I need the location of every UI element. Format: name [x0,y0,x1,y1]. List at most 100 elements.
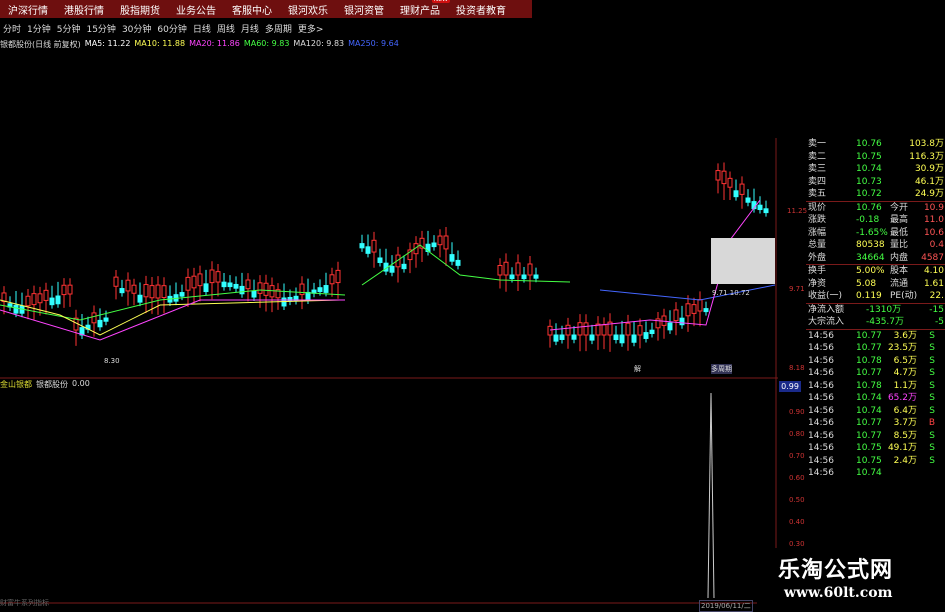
trade-volume: 65.2万 [887,393,917,403]
trade-volume: 1.1万 [893,380,917,391]
stat-row: 总量 80538 量比 0.4 [806,239,945,252]
candle-body [149,285,155,299]
candle-body [323,285,329,293]
candle-body [565,324,571,336]
trade-time: 14:56 [808,430,834,441]
candle-body [455,259,461,266]
candle-body [113,276,119,287]
candle-body [143,284,149,298]
stat-value-2: 10.6 [923,227,944,238]
stat-label-2: 量比 [890,240,909,250]
flow-value: -435.7万 [866,317,905,327]
quote-panel: 卖一 10.76 103.8万 卖二 10.75 116.3万 卖三 10.74 30.9万 卖四… [806,138,945,548]
flow-row: 大宗流入 -435.7万 -5 [806,316,945,329]
candle-body [359,243,365,249]
sub-chart-name: 金山银都 [0,380,32,389]
candle-body [649,329,655,335]
ask-price: 10.73 [856,176,882,187]
candle-body [119,288,125,294]
trade-volume: 3.7万 [893,418,917,428]
trade-time: 14:56 [808,330,834,341]
ask-label: 卖五 [808,189,827,199]
trade-price: 10.78 [856,355,882,366]
flow-value: -1310万 [866,304,902,315]
candle-body [305,291,311,301]
candle-body [589,334,595,341]
stat-label: 总量 [808,240,827,250]
trade-volume: 8.5万 [893,430,917,441]
sub-chart-stock: 银都股份 [36,380,68,389]
candle-body [521,274,527,280]
ask-volume: 103.8万 [909,139,944,149]
candle-body [161,285,167,299]
trade-volume: 49.1万 [887,443,917,453]
candle-body [533,274,539,279]
flow-label: 大宗流入 [808,317,845,327]
sub-axis-label: 0.50 [789,496,805,504]
candle-body [727,177,733,188]
sub-chart-box: 0.99 [779,381,801,392]
trade-price: 10.74 [856,468,882,478]
trade-row: 14:56 10.77 3.6万 S [806,330,945,343]
orderbook-row: 卖四 10.73 46.1万 [806,176,945,189]
ask-price: 10.74 [856,164,882,174]
candle-body [191,275,197,289]
trade-volume: 4.7万 [893,368,917,378]
candle-body [763,208,769,214]
kline-chart[interactable] [0,0,778,609]
ask-label: 卖三 [808,164,827,174]
candle-body [715,170,721,181]
candle-body [377,257,383,263]
watermark-title: 乐淘公式网 [778,557,894,583]
candle-body [497,265,503,276]
trade-volume: 23.5万 [887,343,917,353]
candle-body [515,262,521,276]
sub-axis-label: 0.80 [789,430,805,438]
stat-value-2: 1.61 [923,278,944,289]
trade-volume: 3.6万 [893,330,917,341]
trade-price: 10.77 [856,330,882,341]
orderbook-row: 卖二 10.75 116.3万 [806,151,945,164]
candle-body [703,308,709,313]
candle-body [233,283,239,289]
stat-value: -0.18 [856,215,880,225]
trade-row: 14:56 10.77 8.5万 S [806,430,945,443]
candle-body [317,287,323,293]
price-label-2: 9.71 [789,285,805,293]
trade-time: 14:56 [808,393,834,403]
candle-body [221,281,227,288]
candle-body [733,190,739,198]
trade-price: 10.74 [856,393,882,403]
trade-time: 14:56 [808,443,834,453]
trade-side: S [929,443,935,453]
trade-volume: 6.5万 [893,355,917,366]
price-label-3: 8.18 [789,364,805,372]
candle-body [179,292,185,297]
flow-value-2: -15 [929,304,944,315]
stat-row: 外盘 34664 内盘 4587 [806,252,945,265]
ask-price: 10.75 [856,151,882,162]
price-label-1: 11.25 [787,207,808,215]
stat-label-2: 流通 [890,278,909,289]
candle-body [637,325,643,336]
candle-body [49,297,55,306]
sub-chart-title: 金山银都 银都股份 0.00 [0,379,90,390]
stat-value: 5.08 [856,278,877,289]
trade-row: 14:56 10.74 6.4万 S [806,405,945,418]
candle-body [437,235,443,246]
trade-row: 14:56 10.77 23.5万 S [806,342,945,355]
candle-body [631,334,637,343]
candle-body [203,283,209,293]
trade-side: S [929,455,935,466]
candle-body [721,170,727,185]
ask-volume: 30.9万 [914,164,944,174]
candle-body [365,246,371,254]
candle-body [583,322,589,336]
stat-value: 34664 [856,252,885,263]
sub-axis-label: 0.30 [789,540,805,548]
candle-body [619,334,625,344]
candle-body [97,319,103,328]
low-marker: 8.30 [104,357,120,365]
trade-row: 14:56 10.75 49.1万 S [806,442,945,455]
candle-body [571,334,577,340]
